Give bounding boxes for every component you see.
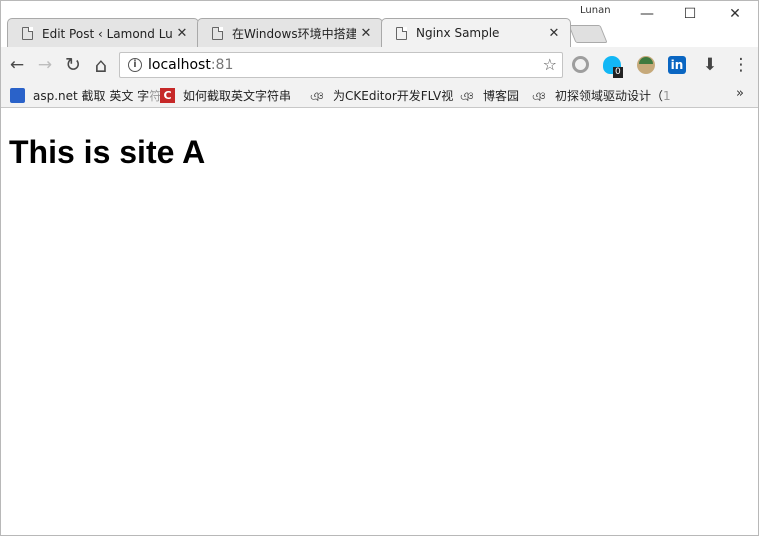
cnblogs-icon: ঞ [460, 90, 474, 105]
bookmarks-overflow-button[interactable]: » [736, 86, 744, 101]
bookmark-label: 如何截取英文字符串 [183, 89, 292, 103]
avatar-extension-icon[interactable] [637, 56, 655, 74]
profile-name[interactable]: Lunan [580, 5, 611, 16]
bookmark-item[interactable]: C 如何截取英文字符串 [160, 87, 291, 104]
qq-extension-icon[interactable]: 0 [603, 56, 623, 78]
extension-badge: 0 [613, 67, 623, 78]
minimize-button[interactable]: — [627, 4, 667, 24]
tab-title: Nginx Sample [416, 26, 500, 40]
url-host: localhost [148, 57, 211, 73]
page-icon [22, 26, 33, 40]
cnblogs-icon: ঞ [310, 90, 324, 105]
page-heading: This is site A [9, 134, 206, 170]
cnblogs-icon: ঞ [532, 90, 546, 105]
bookmark-label: asp.net 截取 英文 字 [33, 89, 150, 103]
url-text[interactable]: localhost:81 [148, 57, 233, 73]
bookmarks-bar: asp.net 截取 英文 字符 C 如何截取英文字符串 ঞ 为CKEditor… [1, 83, 758, 108]
bookmark-item[interactable]: ঞ 初探领域驱动设计（ 1 [532, 87, 671, 106]
bookmark-item[interactable]: asp.net 截取 英文 字符 [10, 87, 161, 104]
reload-button[interactable]: ↻ [61, 53, 85, 77]
tab-windows-env[interactable]: 在Windows环境中搭建 ✕ [197, 18, 383, 47]
page-content: This is site A [1, 109, 758, 535]
bookmark-item[interactable]: ঞ 博客园 [460, 87, 520, 105]
tab-close-button[interactable]: ✕ [544, 26, 564, 41]
forward-button[interactable]: → [33, 53, 57, 77]
maximize-button[interactable]: ☐ [670, 4, 710, 24]
tab-close-button[interactable]: ✕ [356, 26, 376, 41]
c-icon: C [160, 88, 175, 103]
bookmark-label-fade: 1 [663, 88, 671, 103]
bookmark-item[interactable]: ঞ 为CKEditor开发FLV视 [310, 87, 454, 105]
bookmark-label: 初探领域驱动设计（ [555, 89, 664, 103]
home-button[interactable]: ⌂ [89, 53, 113, 77]
url-port: :81 [210, 57, 234, 73]
address-bar[interactable]: i localhost:81 ☆ [119, 52, 563, 78]
tab-edit-post[interactable]: Edit Post ‹ Lamond Lu的 ✕ [7, 18, 199, 47]
toolbar: ← → ↻ ⌂ i localhost:81 ☆ 0 in ⬇ ⋮ [1, 47, 758, 83]
bookmark-label: 为CKEditor开发FLV视 [333, 89, 454, 103]
info-icon[interactable]: i [128, 58, 142, 72]
circle-extension-icon[interactable] [572, 56, 589, 73]
bookmark-label: 博客园 [483, 89, 520, 103]
close-window-button[interactable]: ✕ [715, 4, 755, 24]
page-icon [212, 26, 223, 40]
tab-nginx-sample[interactable]: Nginx Sample ✕ [381, 18, 571, 47]
page-icon [396, 26, 407, 40]
title-bar: Edit Post ‹ Lamond Lu的 ✕ 在Windows环境中搭建 ✕… [1, 1, 758, 47]
tab-close-button[interactable]: ✕ [172, 26, 192, 41]
tab-title: 在Windows环境中搭建 [232, 26, 356, 41]
menu-button[interactable]: ⋮ [729, 53, 753, 77]
tab-title: Edit Post ‹ Lamond Lu的 [42, 26, 172, 41]
download-icon[interactable]: ⬇ [698, 53, 722, 77]
linkedin-extension-icon[interactable]: in [668, 56, 686, 74]
bookmark-star-icon[interactable]: ☆ [543, 55, 557, 74]
back-button[interactable]: ← [5, 53, 29, 77]
browser-window: Edit Post ‹ Lamond Lu的 ✕ 在Windows环境中搭建 ✕… [0, 0, 759, 536]
new-tab-button[interactable] [568, 25, 608, 43]
paw-icon [10, 88, 25, 103]
